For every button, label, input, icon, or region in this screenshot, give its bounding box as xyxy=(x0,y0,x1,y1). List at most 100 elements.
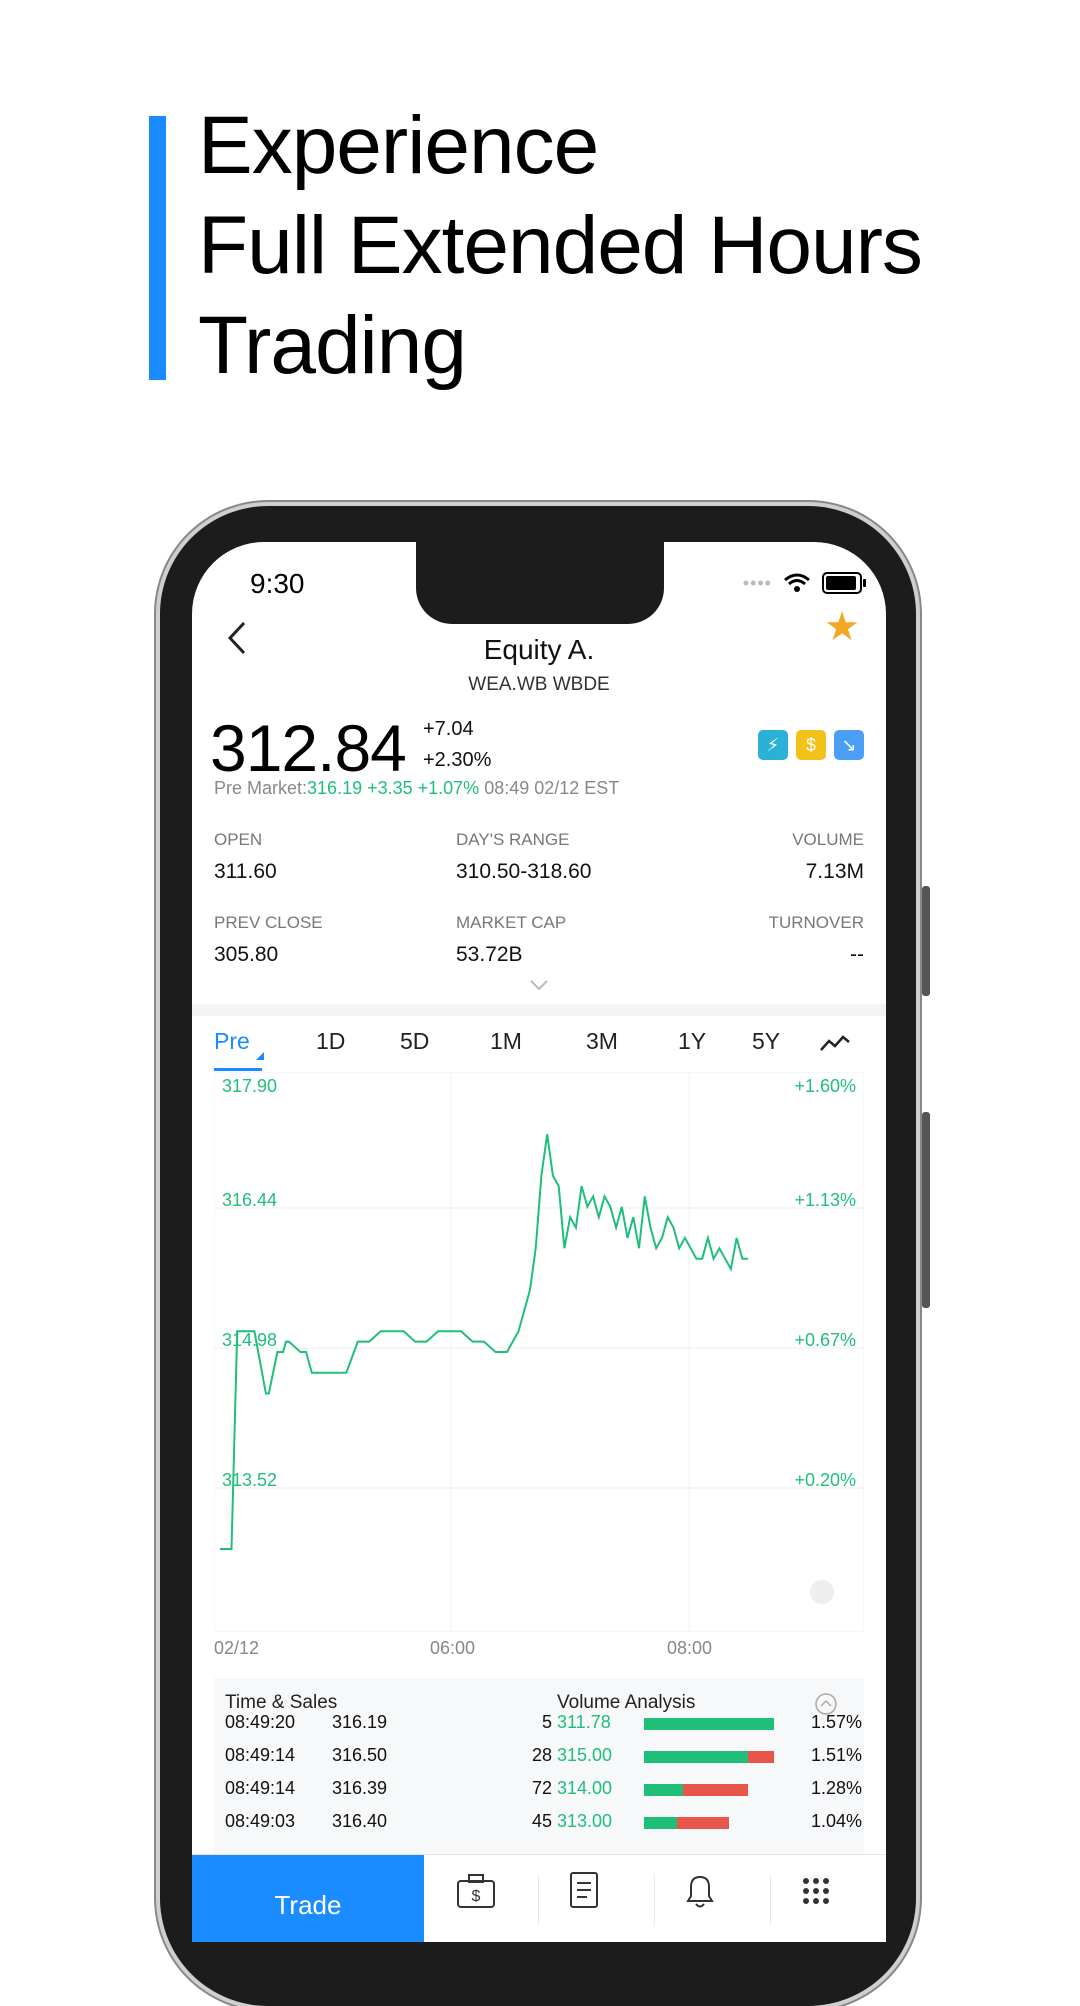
tab-label: Pre xyxy=(214,1028,250,1054)
price-chart[interactable]: 317.90 316.44 314.98 313.52 +1.60% +1.13… xyxy=(214,1072,864,1632)
tab-pre[interactable]: Pre xyxy=(214,1028,264,1071)
volume-percent: 1.57% xyxy=(810,1712,862,1732)
trade-size: 28 xyxy=(531,1745,552,1765)
trade-size: 72 xyxy=(531,1778,552,1798)
trade-price: 316.50 xyxy=(332,1745,388,1765)
trade-time: 08:49:03 xyxy=(225,1811,296,1831)
trade-price: 316.19 xyxy=(332,1712,388,1732)
tab-5y[interactable]: 5Y xyxy=(752,1028,780,1055)
bottom-nav: Trade $ xyxy=(192,1854,886,1942)
phone-side-button xyxy=(922,886,930,996)
price-change: +7.04 xyxy=(423,718,474,740)
x-tick-label: 06:00 xyxy=(430,1638,476,1658)
y-tick-label: 314.98 xyxy=(222,1330,277,1350)
chart-trend-icon[interactable]: ⚡ xyxy=(758,730,788,760)
quote-badges: ⚡ $ ↘ xyxy=(758,730,864,760)
tab-3m[interactable]: 3M xyxy=(586,1028,618,1055)
pre-market-label: Pre Market: xyxy=(214,778,308,798)
apps-grid-icon[interactable] xyxy=(794,1869,838,1913)
pre-market-time: 08:49 02/12 EST xyxy=(484,778,620,798)
volume-sell-bar xyxy=(676,1817,729,1829)
headline-line-2: Full Extended Hours xyxy=(198,200,923,291)
svg-text:$: $ xyxy=(472,1888,481,1905)
y-tick-label-percent: +0.67% xyxy=(794,1330,856,1350)
stat-value: 310.50-318.60 xyxy=(456,860,592,883)
stock-title: Equity A. xyxy=(483,634,595,665)
headline-accent-bar xyxy=(149,116,166,380)
volume-percent: 1.51% xyxy=(810,1745,862,1765)
trade-size: 45 xyxy=(531,1811,552,1831)
headline-line-1: Experience xyxy=(198,100,599,191)
tab-1d[interactable]: 1D xyxy=(316,1028,345,1055)
x-tick-label: 02/12 xyxy=(214,1638,260,1658)
tab-5d[interactable]: 5D xyxy=(400,1028,429,1055)
pre-market-values: 316.19 +3.35 +1.07% xyxy=(307,778,480,798)
volume-sell-bar xyxy=(683,1784,748,1796)
volume-buy-bar xyxy=(644,1751,748,1763)
stat-label: MARKET CAP xyxy=(456,913,567,932)
volume-buy-bar xyxy=(644,1817,677,1829)
chart-style-icon[interactable] xyxy=(820,1032,850,1059)
stat-value: 305.80 xyxy=(214,943,279,966)
volume-price: 311.78 xyxy=(557,1712,611,1732)
portfolio-icon[interactable]: $ xyxy=(454,1869,498,1913)
status-time: 9:30 xyxy=(250,568,305,599)
trend-down-icon[interactable]: ↘ xyxy=(834,730,864,760)
volume-analysis-title: Volume Analysis xyxy=(557,1692,696,1713)
y-tick-label: 317.90 xyxy=(222,1076,277,1096)
last-price: 312.84 xyxy=(210,711,407,785)
stat-label: VOLUME xyxy=(792,830,864,849)
headline-line-3: Trading xyxy=(198,300,467,391)
tab-1y[interactable]: 1Y xyxy=(678,1028,706,1055)
expand-chevron-icon[interactable] xyxy=(529,978,549,996)
stock-subtitle: WEA.WB WBDE xyxy=(468,674,610,695)
stat-value: 311.60 xyxy=(214,860,277,883)
phone-screen: 9:30 •••• ★ Equity A. WEA.WB WBDE 312.84… xyxy=(192,542,886,1942)
trade-time: 08:49:20 xyxy=(225,1712,296,1732)
y-tick-label-percent: +0.20% xyxy=(794,1470,856,1490)
phone-notch xyxy=(416,542,664,624)
trade-time: 08:49:14 xyxy=(225,1778,296,1798)
trade-size: 5 xyxy=(541,1712,552,1732)
battery-icon xyxy=(822,572,866,594)
volume-buy-bar xyxy=(644,1784,683,1796)
stat-value: -- xyxy=(850,943,864,966)
trade-button[interactable]: Trade xyxy=(192,1855,424,1942)
y-tick-label: 316.44 xyxy=(222,1190,277,1210)
y-tick-label: 313.52 xyxy=(222,1470,277,1490)
bell-icon[interactable] xyxy=(678,1869,722,1913)
price-change-percent: +2.30% xyxy=(423,749,492,771)
nav-divider xyxy=(654,1875,655,1925)
phone-side-button xyxy=(922,1112,930,1308)
trade-price: 316.40 xyxy=(332,1811,388,1831)
dollar-icon[interactable]: $ xyxy=(796,730,826,760)
stat-label: PREV CLOSE xyxy=(214,913,323,932)
stat-value: 7.13M xyxy=(805,860,864,883)
nav-divider xyxy=(770,1875,771,1925)
stat-label: TURNOVER xyxy=(768,913,864,932)
pre-market-line: Pre Market:316.19 +3.35 +1.07% 08:49 02/… xyxy=(214,778,619,799)
tab-dropdown-icon xyxy=(256,1052,264,1060)
tab-1m[interactable]: 1M xyxy=(490,1028,522,1055)
signal-icon: •••• xyxy=(742,572,772,593)
volume-percent: 1.04% xyxy=(810,1811,862,1831)
status-icons: •••• xyxy=(742,572,866,594)
volume-percent: 1.28% xyxy=(810,1778,862,1798)
y-tick-label-percent: +1.60% xyxy=(794,1076,856,1096)
chart-frame xyxy=(214,1072,864,1632)
tab-underline xyxy=(214,1068,262,1071)
wifi-icon xyxy=(784,573,810,592)
section-separator xyxy=(192,1004,886,1016)
trade-time: 08:49:14 xyxy=(225,1745,296,1765)
period-tabs: Pre 1D 5D 1M 3M 1Y 5Y xyxy=(214,1028,864,1071)
volume-buy-bar xyxy=(644,1718,774,1730)
document-icon[interactable] xyxy=(562,1869,606,1913)
headline: Experience Full Extended Hours Trading xyxy=(198,96,1058,396)
y-tick-label-percent: +1.13% xyxy=(794,1190,856,1210)
trade-price: 316.39 xyxy=(332,1778,388,1798)
chart-fullscreen-icon[interactable] xyxy=(810,1580,834,1604)
stat-label: DAY'S RANGE xyxy=(456,830,570,849)
stat-value: 53.72B xyxy=(456,943,523,966)
stat-label: OPEN xyxy=(214,830,263,849)
time-sales-title: Time & Sales xyxy=(225,1692,338,1713)
